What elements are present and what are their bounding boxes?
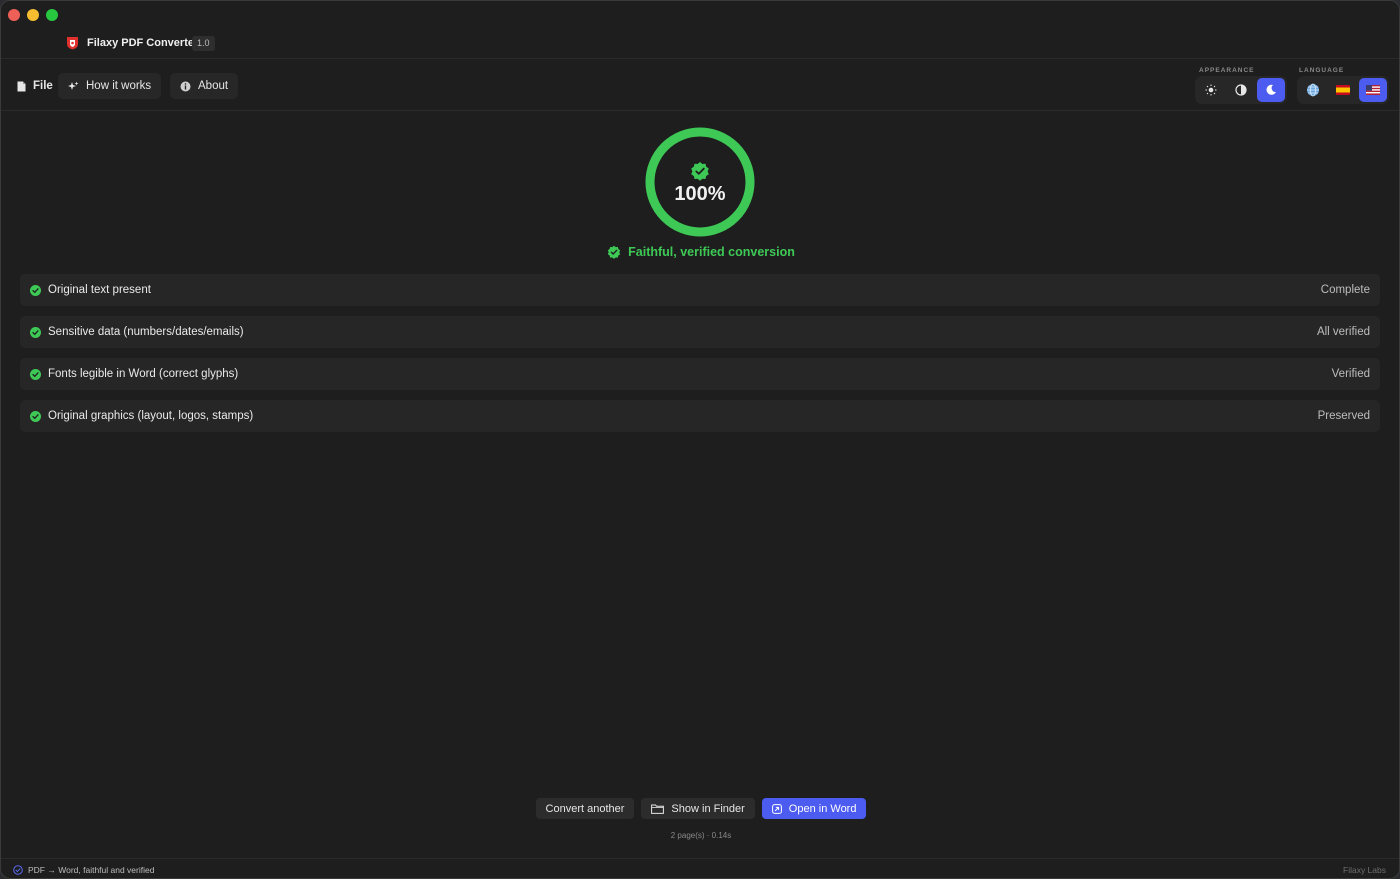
language-switcher: [1297, 76, 1389, 104]
app-logo-icon: [67, 37, 78, 50]
check-row: Original graphics (layout, logos, stamps…: [20, 400, 1380, 432]
us-flag-icon: [1366, 85, 1380, 95]
conversion-meta: 2 page(s) · 0.14s: [670, 831, 732, 840]
language-label: LANGUAGE: [1299, 67, 1345, 74]
verified-badge-icon: [691, 162, 709, 181]
maximize-window-button[interactable]: [46, 9, 58, 21]
minimize-window-button[interactable]: [27, 9, 39, 21]
status-left: PDF → Word, faithful and verified: [13, 865, 154, 875]
progress-ring-arc: [645, 127, 755, 237]
status-bar: PDF → Word, faithful and verified Filaxy…: [1, 858, 1399, 878]
language-english-button[interactable]: [1359, 78, 1387, 102]
check-circle-icon: [30, 410, 41, 422]
dark-mode-button[interactable]: [1257, 78, 1285, 102]
show-in-finder-button[interactable]: Show in Finder: [641, 798, 755, 819]
check-row: Fonts legible in Word (correct glyphs) V…: [20, 358, 1380, 390]
check-circle-outline-icon: [13, 865, 23, 875]
action-bar: Convert another Show in Finder Open in W…: [1, 798, 1399, 819]
light-mode-button[interactable]: [1197, 78, 1225, 102]
verdict-line: Faithful, verified conversion: [1, 245, 1399, 259]
spain-flag-icon: [1336, 85, 1350, 95]
check-status: Preserved: [1317, 410, 1370, 422]
moon-icon: [1266, 84, 1276, 95]
check-label: Sensitive data (numbers/dates/emails): [48, 326, 244, 338]
check-circle-icon: [30, 326, 41, 338]
appearance-switcher: [1195, 76, 1287, 104]
check-status: Verified: [1331, 368, 1370, 380]
language-auto-button[interactable]: [1299, 78, 1327, 102]
check-status: All verified: [1316, 326, 1370, 338]
app-window: Filaxy PDF Converter 1.0 File How it wor…: [0, 0, 1400, 879]
appearance-label: APPEARANCE: [1199, 67, 1255, 74]
info-icon: [180, 81, 191, 91]
sun-icon: [1205, 84, 1217, 96]
external-open-icon: [771, 803, 782, 814]
check-label: Fonts legible in Word (correct glyphs): [48, 368, 239, 380]
verdict-text: Faithful, verified conversion: [628, 245, 795, 259]
contrast-icon: [1235, 84, 1247, 96]
convert-another-label: Convert another: [545, 802, 625, 815]
check-list: Original text present Complete Sensitive…: [20, 274, 1380, 442]
show-in-finder-label: Show in Finder: [671, 802, 745, 815]
toolbar: File How it works About APPEARANCE LANGU…: [1, 59, 1399, 111]
check-status: Complete: [1320, 284, 1370, 296]
how-it-works-label: How it works: [86, 80, 152, 92]
auto-mode-button[interactable]: [1227, 78, 1255, 102]
sparkles-icon: [68, 81, 79, 90]
document-icon: [17, 81, 26, 91]
status-right-text: Filaxy Labs: [1343, 865, 1386, 875]
progress-percent: 100%: [674, 183, 726, 205]
title-bar: Filaxy PDF Converter 1.0: [1, 1, 1399, 59]
check-label: Original text present: [48, 284, 151, 296]
progress-ring: 100%: [643, 125, 757, 239]
check-label: Original graphics (layout, logos, stamps…: [48, 410, 254, 422]
open-in-word-button[interactable]: Open in Word: [761, 798, 867, 819]
file-button-label: File: [33, 80, 53, 92]
language-spanish-button[interactable]: [1329, 78, 1357, 102]
verified-badge-icon: [607, 245, 621, 259]
how-it-works-button[interactable]: How it works: [58, 73, 162, 99]
check-row: Sensitive data (numbers/dates/emails) Al…: [20, 316, 1380, 348]
file-button[interactable]: File: [7, 73, 63, 99]
about-button[interactable]: About: [170, 73, 239, 99]
close-window-button[interactable]: [8, 9, 20, 21]
version-badge: 1.0: [192, 36, 215, 51]
about-label: About: [198, 80, 229, 92]
globe-icon: [1307, 83, 1319, 97]
check-row: Original text present Complete: [20, 274, 1380, 306]
open-in-word-label: Open in Word: [788, 802, 857, 815]
app-title: Filaxy PDF Converter: [87, 37, 199, 49]
check-circle-icon: [30, 284, 41, 296]
check-circle-icon: [30, 368, 41, 380]
status-left-text: PDF → Word, faithful and verified: [28, 865, 155, 875]
convert-another-button[interactable]: Convert another: [535, 798, 635, 819]
folder-icon: [651, 804, 665, 814]
